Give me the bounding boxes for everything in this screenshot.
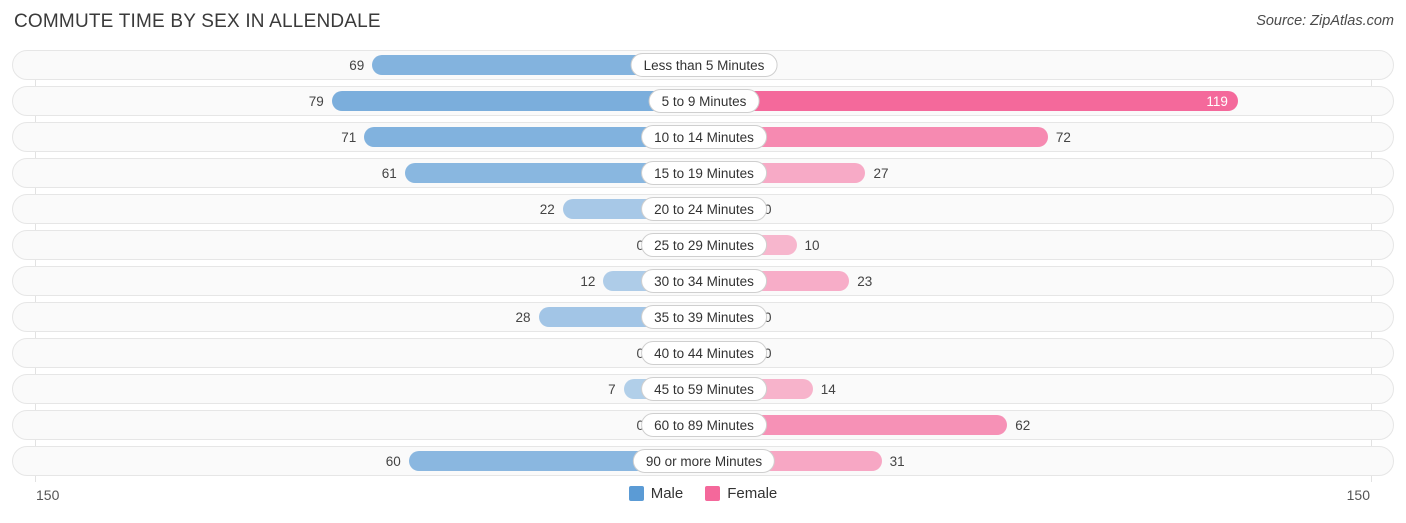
legend-item-female[interactable]: Female bbox=[705, 485, 777, 502]
legend-item-male[interactable]: Male bbox=[628, 485, 684, 502]
table-row: 0040 to 44 Minutes bbox=[12, 338, 1394, 368]
bar-value-female: 27 bbox=[873, 166, 889, 181]
bar-value-male: 79 bbox=[308, 94, 324, 109]
bar-value-female: 119 bbox=[1206, 94, 1228, 109]
bar-value-female: 62 bbox=[1015, 418, 1031, 433]
bar-value-male: 12 bbox=[580, 274, 596, 289]
category-label: 30 to 34 Minutes bbox=[641, 269, 767, 293]
source-attribution: Source: ZipAtlas.com bbox=[1256, 13, 1394, 29]
category-label: 60 to 89 Minutes bbox=[641, 413, 767, 437]
legend-label-male: Male bbox=[650, 485, 684, 502]
bar-value-male: 69 bbox=[349, 58, 365, 73]
table-row: 71 72 10 to 14 Minutes bbox=[12, 122, 1394, 152]
category-label: 15 to 19 Minutes bbox=[641, 161, 767, 185]
category-label: 20 to 24 Minutes bbox=[641, 197, 767, 221]
legend-swatch-female-icon bbox=[705, 486, 721, 501]
category-label: 5 to 9 Minutes bbox=[648, 89, 760, 113]
chart-footer: 150 150 Male Female bbox=[0, 482, 1406, 523]
category-label: 25 to 29 Minutes bbox=[641, 233, 767, 257]
table-row: 79 119 5 to 9 Minutes bbox=[12, 86, 1394, 116]
category-label: 35 to 39 Minutes bbox=[641, 305, 767, 329]
table-row: 22 0 20 to 24 Minutes bbox=[12, 194, 1394, 224]
bar-female[interactable] bbox=[704, 91, 1239, 111]
table-row: 61 27 15 to 19 Minutes bbox=[12, 158, 1394, 188]
bar-value-female: 72 bbox=[1055, 130, 1071, 145]
table-row: 28 0 35 to 39 Minutes bbox=[12, 302, 1394, 332]
category-label: Less than 5 Minutes bbox=[630, 53, 778, 77]
table-row: 01025 to 29 Minutes bbox=[12, 230, 1394, 260]
table-row: 60 31 90 or more Minutes bbox=[12, 446, 1394, 476]
bar-value-male: 28 bbox=[515, 310, 531, 325]
bar-value-female: 23 bbox=[857, 274, 873, 289]
category-label: 45 to 59 Minutes bbox=[641, 377, 767, 401]
bar-value-male: 71 bbox=[341, 130, 357, 145]
bar-value-female: 10 bbox=[804, 238, 820, 253]
bar-value-male: 60 bbox=[385, 454, 401, 469]
bar-rows: 690Less than 5 Minutes 79 119 5 to 9 Minute… bbox=[12, 50, 1394, 482]
category-label: 40 to 44 Minutes bbox=[641, 341, 767, 365]
chart-header: COMMUTE TIME BY SEX IN ALLENDALE Source:… bbox=[0, 0, 1406, 46]
table-row: 690Less than 5 Minutes bbox=[12, 50, 1394, 80]
bar-value-female: 31 bbox=[889, 454, 905, 469]
category-label: 90 or more Minutes bbox=[632, 449, 776, 473]
page-title: COMMUTE TIME BY SEX IN ALLENDALE bbox=[14, 11, 381, 32]
plot-area: 690Less than 5 Minutes 79 119 5 to 9 Minute… bbox=[0, 46, 1406, 482]
legend-swatch-male-icon bbox=[628, 486, 644, 501]
chart-legend: Male Female bbox=[0, 485, 1406, 502]
table-row: 12 23 30 to 34 Minutes bbox=[12, 266, 1394, 296]
category-label: 10 to 14 Minutes bbox=[641, 125, 767, 149]
legend-label-female: Female bbox=[727, 485, 778, 502]
bar-value-male: 61 bbox=[381, 166, 397, 181]
table-row: 06260 to 89 Minutes bbox=[12, 410, 1394, 440]
bar-value-female: 14 bbox=[820, 382, 836, 397]
bar-value-male: 22 bbox=[539, 202, 555, 217]
commute-time-chart: COMMUTE TIME BY SEX IN ALLENDALE Source:… bbox=[0, 0, 1406, 523]
table-row: 7 14 45 to 59 Minutes bbox=[12, 374, 1394, 404]
bar-value-male: 7 bbox=[608, 382, 616, 397]
